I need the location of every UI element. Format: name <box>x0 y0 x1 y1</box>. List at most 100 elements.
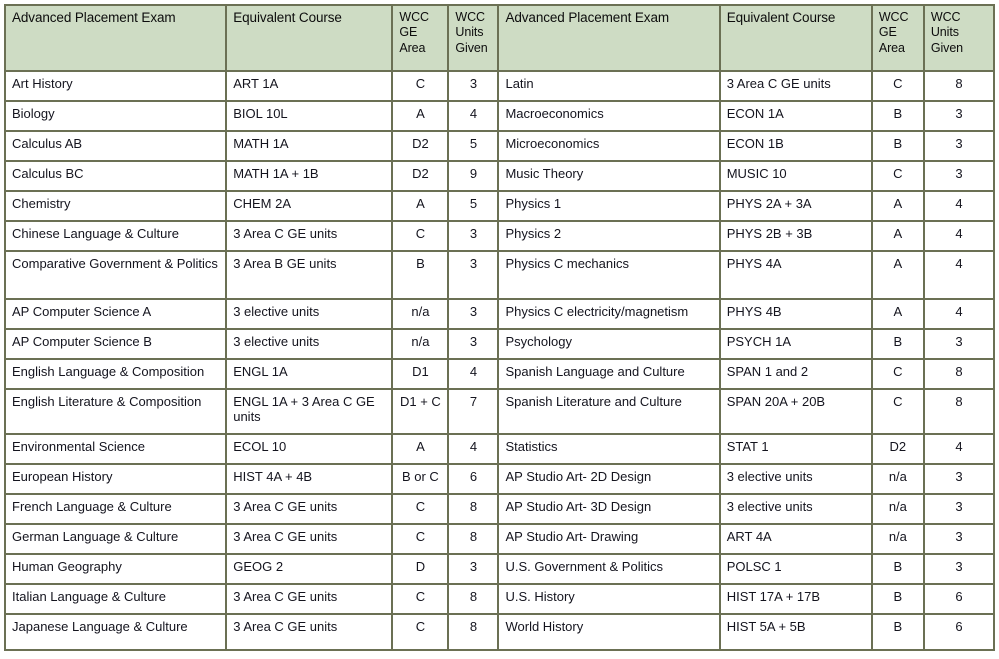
cell-units-left: 3 <box>449 222 500 252</box>
cell-exam-right: Physics C electricity/magnetism <box>499 300 721 330</box>
table-row: Environmental Science ECOL 10 A 4 Statistics… <box>6 435 995 465</box>
cell-exam-left: English Literature & Composition <box>6 390 228 435</box>
cell-course-right: ECON 1B <box>720 132 873 162</box>
cell-course-right: MUSIC 10 <box>720 162 873 192</box>
cell-exam-right: Physics C mechanics <box>499 252 721 300</box>
table-row: Art History ART 1A C 3 Latin 3 Area C GE unit… <box>6 72 995 102</box>
table-row: AP Computer Science B3 elective units n/a… <box>6 330 995 360</box>
cell-ge-area-left: A <box>393 102 450 132</box>
cell-exam-right: Latin <box>499 72 721 102</box>
cell-course-right: PHYS 2B + 3B <box>720 222 873 252</box>
cell-units-right: 4 <box>924 300 995 330</box>
table-row: Italian Language & Culture 3 Area C GE un… <box>6 585 995 615</box>
cell-exam-left: Art History <box>6 72 228 102</box>
cell-exam-left: Comparative Government & Politics <box>6 252 228 300</box>
table-row: Chemistry CHEM 2A A 5 Physics 1 PHYS 2A + 3A A… <box>6 192 995 222</box>
cell-units-right: 3 <box>924 162 995 192</box>
cell-units-left: 3 <box>449 330 500 360</box>
cell-units-right: 8 <box>924 390 995 435</box>
cell-course-left: BIOL 10L <box>227 102 394 132</box>
cell-ge-area-left: A <box>393 192 450 222</box>
header-units-right: WCC Units Given <box>924 6 995 72</box>
table-row: Human Geography GEOG 2 D 3 U.S. Government &… <box>6 555 995 585</box>
header-ge-area-left-line3: Area <box>399 40 426 55</box>
cell-course-right: 3 elective units <box>720 465 873 495</box>
cell-exam-left: French Language & Culture <box>6 495 228 525</box>
header-units-right-line2: Units <box>930 25 959 40</box>
cell-units-left: 7 <box>449 390 500 435</box>
cell-exam-left: Chinese Language & Culture <box>6 222 228 252</box>
cell-ge-area-right: A <box>872 192 925 222</box>
cell-exam-right: Spanish Literature and Culture <box>499 390 721 435</box>
cell-units-left: 4 <box>449 435 500 465</box>
cell-course-right: PHYS 2A + 3A <box>720 192 873 222</box>
cell-ge-area-right: B <box>872 555 925 585</box>
cell-ge-area-right: n/a <box>872 495 925 525</box>
cell-ge-area-left: n/a <box>393 330 450 360</box>
cell-course-left: ART 1A <box>227 72 394 102</box>
cell-exam-right: Physics 1 <box>499 192 721 222</box>
cell-units-left: 3 <box>449 252 500 300</box>
cell-course-left: 3 Area C GE units <box>227 495 394 525</box>
cell-course-right: SPAN 20A + 20B <box>720 390 873 435</box>
cell-course-left: GEOG 2 <box>227 555 394 585</box>
cell-exam-left: Italian Language & Culture <box>6 585 228 615</box>
cell-exam-right: Microeconomics <box>499 132 721 162</box>
cell-course-right: SPAN 1 and 2 <box>720 360 873 390</box>
table-row: Calculus BC MATH 1A + 1B D2 9 Music Theory MU… <box>6 162 995 192</box>
cell-units-left: 8 <box>449 525 500 555</box>
cell-units-left: 5 <box>449 132 500 162</box>
cell-units-left: 6 <box>449 465 500 495</box>
cell-course-left: 3 Area C GE units <box>227 222 394 252</box>
header-units-right-line3: Given <box>930 40 964 55</box>
cell-ge-area-left: C <box>393 615 450 651</box>
cell-exam-right: AP Studio Art- 2D Design <box>499 465 721 495</box>
cell-units-right: 3 <box>924 132 995 162</box>
cell-ge-area-left: D <box>393 555 450 585</box>
cell-course-left: CHEM 2A <box>227 192 394 222</box>
cell-exam-left: European History <box>6 465 228 495</box>
cell-units-left: 4 <box>449 360 500 390</box>
cell-exam-right: AP Studio Art- Drawing <box>499 525 721 555</box>
cell-ge-area-left: B or C <box>393 465 450 495</box>
header-exam-right: Advanced Placement Exam <box>499 6 721 72</box>
table-row: Comparative Government & Politics 3 Area … <box>6 252 995 300</box>
table-row: Chinese Language & Culture 3 Area C GE un… <box>6 222 995 252</box>
cell-ge-area-right: n/a <box>872 525 925 555</box>
cell-units-right: 4 <box>924 435 995 465</box>
cell-exam-right: Physics 2 <box>499 222 721 252</box>
cell-ge-area-right: n/a <box>872 465 925 495</box>
cell-ge-area-right: B <box>872 585 925 615</box>
cell-units-left: 3 <box>449 72 500 102</box>
header-units-right-line1: WCC <box>930 10 961 24</box>
table-row: French Language & Culture 3 Area C GE uni… <box>6 495 995 525</box>
cell-exam-right: World History <box>499 615 721 651</box>
cell-course-left: 3 elective units <box>227 330 394 360</box>
cell-units-right: 6 <box>924 585 995 615</box>
cell-exam-right: Spanish Language and Culture <box>499 360 721 390</box>
cell-units-left: 8 <box>449 585 500 615</box>
cell-ge-area-left: C <box>393 222 450 252</box>
cell-course-left: 3 Area C GE units <box>227 525 394 555</box>
cell-exam-left: German Language & Culture <box>6 525 228 555</box>
cell-ge-area-left: C <box>393 525 450 555</box>
cell-exam-left: Human Geography <box>6 555 228 585</box>
cell-course-right: ECON 1A <box>720 102 873 132</box>
table-row: English Language & Composition ENGL 1A D1 4… <box>6 360 995 390</box>
header-row: Advanced Placement Exam Equivalent Cours… <box>6 6 995 72</box>
cell-course-left: MATH 1A <box>227 132 394 162</box>
cell-exam-right: U.S. Government & Politics <box>499 555 721 585</box>
table-row: AP Computer Science A3 elective units n/a… <box>6 300 995 330</box>
cell-ge-area-left: C <box>393 495 450 525</box>
cell-ge-area-left: D1 + C <box>393 390 450 435</box>
cell-units-left: 8 <box>449 495 500 525</box>
cell-course-right: PHYS 4A <box>720 252 873 300</box>
cell-ge-area-right: C <box>872 360 925 390</box>
cell-units-right: 3 <box>924 465 995 495</box>
cell-units-right: 4 <box>924 252 995 300</box>
cell-ge-area-left: C <box>393 72 450 102</box>
cell-exam-left: Chemistry <box>6 192 228 222</box>
header-ge-area-left-line1: WCC <box>399 10 429 24</box>
cell-course-left: 3 elective units <box>227 300 394 330</box>
cell-exam-left: Calculus BC <box>6 162 228 192</box>
